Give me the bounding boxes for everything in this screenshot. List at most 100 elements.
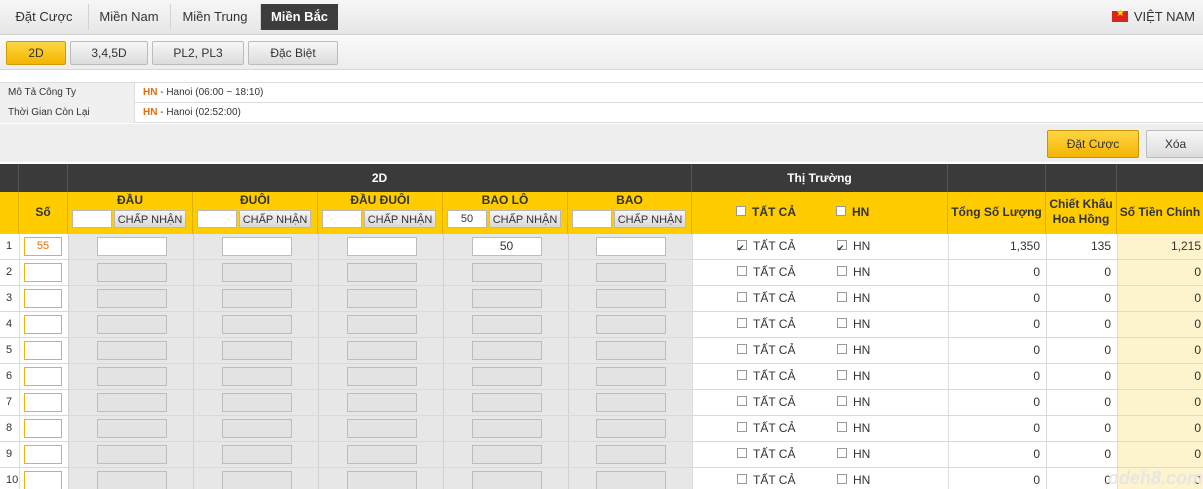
bet-amount-input[interactable]	[96, 237, 167, 256]
row-hn-checkbox[interactable]: HN	[837, 286, 870, 311]
number-input[interactable]	[24, 367, 62, 386]
bet-amount-input[interactable]	[471, 315, 542, 334]
row-hn-checkbox[interactable]: HN	[837, 338, 870, 363]
bet-amount-input[interactable]	[96, 315, 167, 334]
number-input[interactable]	[24, 263, 62, 282]
row-hn-checkbox[interactable]: HN	[837, 260, 870, 285]
clear-button[interactable]: Xóa	[1146, 130, 1203, 158]
subtab-dac-biet[interactable]: Đặc Biệt	[248, 41, 338, 65]
duoi-all-input[interactable]	[197, 210, 237, 228]
bet-amount-input[interactable]	[96, 341, 167, 360]
number-input[interactable]	[24, 471, 62, 489]
row-hn-checkbox[interactable]: HN	[837, 416, 870, 441]
row-all-checkbox[interactable]: TẤT CẢ	[737, 390, 795, 415]
bet-amount-input[interactable]	[471, 471, 542, 489]
bet-amount-input[interactable]	[346, 471, 417, 489]
tab-mien-bac[interactable]: Miền Bắc	[261, 4, 338, 30]
bet-amount-input[interactable]	[346, 419, 417, 438]
bet-amount-input[interactable]	[221, 419, 292, 438]
bet-amount-input[interactable]	[221, 445, 292, 464]
row-all-checkbox[interactable]: TẤT CẢ	[737, 364, 795, 389]
number-input[interactable]	[24, 419, 62, 438]
bet-amount-input[interactable]	[96, 367, 167, 386]
bet-amount-input[interactable]	[346, 367, 417, 386]
bet-amount-input[interactable]	[596, 471, 666, 489]
number-input[interactable]	[24, 315, 62, 334]
row-hn-checkbox[interactable]: HN	[837, 234, 870, 261]
row-all-checkbox[interactable]: TẤT CẢ	[737, 234, 795, 261]
header-hn-checkbox[interactable]: HN	[836, 205, 869, 219]
tab-mien-nam[interactable]: Miền Nam	[88, 4, 171, 30]
bet-amount-input[interactable]	[346, 263, 417, 282]
bet-amount-input[interactable]	[596, 445, 666, 464]
bet-amount-input[interactable]: 50	[471, 237, 542, 256]
bao-lo-all-input[interactable]: 50	[447, 210, 487, 228]
row-all-checkbox[interactable]: TẤT CẢ	[737, 468, 795, 489]
bet-amount-input[interactable]	[96, 263, 167, 282]
bao-lo-accept-button[interactable]: CHẤP NHẬN	[489, 210, 561, 228]
number-input[interactable]	[24, 445, 62, 464]
dau-all-input[interactable]	[72, 210, 112, 228]
bet-amount-input[interactable]	[221, 315, 292, 334]
bet-amount-input[interactable]	[471, 445, 542, 464]
bet-amount-input[interactable]	[96, 419, 167, 438]
number-input[interactable]	[24, 289, 62, 308]
bet-amount-input[interactable]	[96, 289, 167, 308]
bet-amount-input[interactable]	[346, 341, 417, 360]
bet-amount-input[interactable]	[221, 367, 292, 386]
bet-amount-input[interactable]	[346, 445, 417, 464]
number-input[interactable]	[24, 393, 62, 412]
bet-amount-input[interactable]	[596, 237, 666, 256]
bet-amount-input[interactable]	[596, 315, 666, 334]
row-hn-checkbox[interactable]: HN	[837, 468, 870, 489]
bet-amount-input[interactable]	[596, 367, 666, 386]
bet-amount-input[interactable]	[96, 393, 167, 412]
row-hn-checkbox[interactable]: HN	[837, 442, 870, 467]
bet-amount-input[interactable]	[471, 289, 542, 308]
bet-amount-input[interactable]	[471, 367, 542, 386]
row-all-checkbox[interactable]: TẤT CẢ	[737, 260, 795, 285]
tab-dat-cuoc[interactable]: Đặt Cược	[0, 4, 89, 30]
duoi-accept-button[interactable]: CHẤP NHẬN	[239, 210, 311, 228]
bet-amount-input[interactable]	[346, 393, 417, 412]
bet-amount-input[interactable]	[471, 341, 542, 360]
bet-amount-input[interactable]	[346, 289, 417, 308]
bao-all-input[interactable]	[572, 210, 612, 228]
number-input[interactable]: 55	[24, 237, 62, 256]
tab-mien-trung[interactable]: Miền Trung	[170, 4, 261, 30]
bet-amount-input[interactable]	[596, 341, 666, 360]
subtab-345d[interactable]: 3,4,5D	[70, 41, 148, 65]
bet-amount-input[interactable]	[471, 263, 542, 282]
language-selector[interactable]: VIỆT NAM	[1111, 8, 1195, 24]
row-all-checkbox[interactable]: TẤT CẢ	[737, 286, 795, 311]
bet-amount-input[interactable]	[596, 263, 666, 282]
row-hn-checkbox[interactable]: HN	[837, 312, 870, 337]
bet-amount-input[interactable]	[221, 393, 292, 412]
bet-amount-input[interactable]	[221, 263, 292, 282]
bet-amount-input[interactable]	[96, 471, 167, 489]
number-input[interactable]	[24, 341, 62, 360]
bao-accept-button[interactable]: CHẤP NHẬN	[614, 210, 686, 228]
bet-amount-input[interactable]	[96, 445, 167, 464]
bet-amount-input[interactable]	[346, 237, 417, 256]
header-all-checkbox[interactable]: TẤT CẢ	[736, 205, 796, 219]
row-all-checkbox[interactable]: TẤT CẢ	[737, 312, 795, 337]
row-all-checkbox[interactable]: TẤT CẢ	[737, 442, 795, 467]
bet-amount-input[interactable]	[221, 237, 292, 256]
subtab-pl2-pl3[interactable]: PL2, PL3	[152, 41, 244, 65]
row-hn-checkbox[interactable]: HN	[837, 364, 870, 389]
bet-amount-input[interactable]	[346, 315, 417, 334]
row-all-checkbox[interactable]: TẤT CẢ	[737, 416, 795, 441]
row-all-checkbox[interactable]: TẤT CẢ	[737, 338, 795, 363]
dau-duoi-accept-button[interactable]: CHẤP NHẬN	[364, 210, 436, 228]
place-bet-button[interactable]: Đặt Cược	[1047, 130, 1139, 158]
dau-accept-button[interactable]: CHẤP NHẬN	[114, 210, 186, 228]
bet-amount-input[interactable]	[596, 393, 666, 412]
bet-amount-input[interactable]	[596, 419, 666, 438]
bet-amount-input[interactable]	[221, 471, 292, 489]
bet-amount-input[interactable]	[221, 289, 292, 308]
dau-duoi-all-input[interactable]	[322, 210, 362, 228]
subtab-2d[interactable]: 2D	[6, 41, 66, 65]
bet-amount-input[interactable]	[221, 341, 292, 360]
bet-amount-input[interactable]	[471, 419, 542, 438]
